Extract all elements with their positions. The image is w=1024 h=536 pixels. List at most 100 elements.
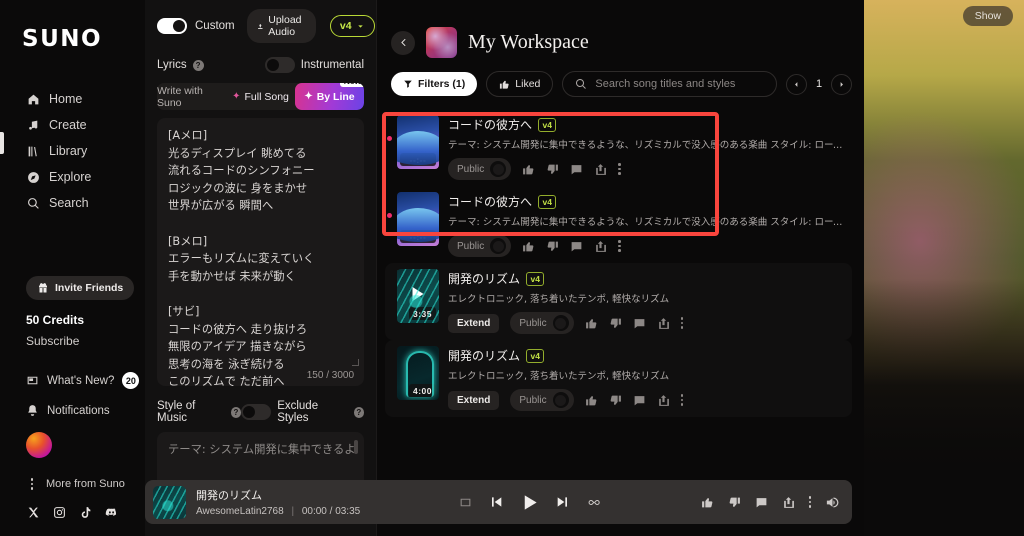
help-icon[interactable]: ? xyxy=(353,406,364,418)
whats-new-item[interactable]: What's New? 20 xyxy=(0,348,145,389)
thumbs-down-icon[interactable] xyxy=(546,240,559,253)
share-icon[interactable] xyxy=(657,394,670,407)
gift-icon xyxy=(39,283,47,293)
public-label: Public xyxy=(457,163,485,175)
previous-track-icon[interactable] xyxy=(488,494,504,510)
public-toggle[interactable]: Public xyxy=(510,389,574,411)
chevron-left-icon xyxy=(795,81,798,87)
tab-by-line[interactable]: ✦ By Line xyxy=(295,83,364,110)
share-icon[interactable] xyxy=(594,163,607,176)
extend-button[interactable]: Extend xyxy=(448,390,500,410)
song-thumbnail[interactable]: 3:35 xyxy=(397,269,439,323)
volume-icon[interactable] xyxy=(825,495,840,510)
instrumental-label: Instrumental xyxy=(300,59,364,71)
thumbs-up-icon[interactable] xyxy=(522,163,535,176)
more-options-icon[interactable] xyxy=(618,240,621,252)
instagram-icon[interactable] xyxy=(53,506,66,524)
version-badge: v4 xyxy=(538,117,557,132)
notifications-item[interactable]: Notifications xyxy=(0,389,145,417)
back-button[interactable] xyxy=(391,30,415,55)
upload-audio-button[interactable]: Upload Audio xyxy=(246,9,316,43)
song-thumbnail[interactable]: --:-- xyxy=(397,192,439,246)
thumbs-down-icon[interactable] xyxy=(609,394,622,407)
show-button[interactable]: Show xyxy=(962,6,1013,26)
queue-icon[interactable] xyxy=(459,496,472,509)
sidebar-item-create[interactable]: Create xyxy=(0,112,145,138)
prev-page-button[interactable] xyxy=(786,73,807,95)
sidebar-item-search[interactable]: Search xyxy=(0,190,145,216)
style-scrollbar[interactable] xyxy=(354,440,358,454)
tab-full-song[interactable]: ✦ Full Song xyxy=(226,83,295,110)
comment-icon[interactable] xyxy=(633,394,646,407)
instrumental-toggle[interactable] xyxy=(264,57,295,73)
player-cover-art[interactable] xyxy=(153,485,186,519)
next-page-button[interactable] xyxy=(831,73,852,95)
sidebar-item-library[interactable]: Library xyxy=(0,138,145,164)
sidebar-collapse-handle[interactable] xyxy=(0,132,4,154)
x-icon[interactable] xyxy=(27,506,40,524)
lyrics-line: 無限のアイデア 描きながら xyxy=(168,340,307,354)
more-options-icon[interactable] xyxy=(618,163,621,175)
share-icon[interactable] xyxy=(657,317,670,330)
public-toggle[interactable]: Public xyxy=(448,235,512,257)
comment-icon[interactable] xyxy=(755,496,768,509)
song-thumbnail[interactable]: 4:00 xyxy=(397,346,439,400)
lyrics-textarea[interactable]: [Aメロ] 光るディスプレイ 眺めてる 流れるコードのシンフォニー ロジックの波… xyxy=(157,118,364,386)
public-toggle[interactable]: Public xyxy=(448,158,512,180)
comment-icon[interactable] xyxy=(570,163,583,176)
public-toggle[interactable]: Public xyxy=(510,312,574,334)
help-icon[interactable]: ? xyxy=(192,59,204,71)
song-description: エレクトロニック, 落ち着いたテンポ, 軽快なリズム xyxy=(448,371,670,382)
thumbs-up-icon[interactable] xyxy=(701,496,714,509)
song-thumbnail[interactable]: --:-- xyxy=(397,115,439,169)
table-row[interactable]: --:-- コードの彼方へ v4 テーマ: システム開発に集中できるような、リズ… xyxy=(385,186,852,263)
invite-friends-button[interactable]: Invite Friends xyxy=(26,276,135,300)
share-icon[interactable] xyxy=(594,240,607,253)
table-row[interactable]: --:-- コードの彼方へ v4 テーマ: システム開発に集中できるような、リズ… xyxy=(385,109,852,186)
suno-app: SUNO Home Create Library Explore Search xyxy=(0,0,1024,536)
share-icon[interactable] xyxy=(782,496,795,509)
resize-handle[interactable] xyxy=(352,359,359,366)
filters-label: Filters (1) xyxy=(418,78,466,90)
tab-write-with-suno[interactable]: Write with Suno xyxy=(157,83,226,110)
more-from-suno-item[interactable]: More from Suno xyxy=(0,458,145,490)
model-version-dropdown[interactable]: v4 xyxy=(329,15,375,37)
avatar[interactable] xyxy=(26,432,52,458)
social-links xyxy=(0,490,145,524)
more-options-icon[interactable] xyxy=(808,496,811,508)
chevron-down-icon xyxy=(357,24,363,28)
thumbs-down-icon[interactable] xyxy=(609,317,622,330)
dots-vertical-icon xyxy=(26,478,38,490)
sidebar-item-explore[interactable]: Explore xyxy=(0,164,145,190)
thumbs-up-icon[interactable] xyxy=(585,317,598,330)
exclude-styles-toggle[interactable] xyxy=(241,404,272,420)
more-options-icon[interactable] xyxy=(680,394,684,406)
loop-infinity-icon[interactable] xyxy=(587,495,602,510)
tiktok-icon[interactable] xyxy=(79,506,92,524)
play-icon[interactable] xyxy=(520,493,539,512)
custom-toggle[interactable] xyxy=(157,18,187,34)
suno-logo[interactable]: SUNO xyxy=(0,0,145,52)
table-row[interactable]: 4:00 開発のリズム v4 エレクトロニック, 落ち着いたテンポ, 軽快なリズ… xyxy=(385,340,852,417)
thumbs-up-icon[interactable] xyxy=(585,394,598,407)
subscribe-link[interactable]: Subscribe xyxy=(0,327,145,348)
thumbs-down-icon[interactable] xyxy=(728,496,741,509)
sidebar-item-home[interactable]: Home xyxy=(0,86,145,112)
discord-icon[interactable] xyxy=(105,506,118,524)
comment-icon[interactable] xyxy=(633,317,646,330)
search-input[interactable]: Search song titles and styles xyxy=(562,71,777,97)
filters-button[interactable]: Filters (1) xyxy=(391,72,478,96)
liked-label: Liked xyxy=(515,78,541,90)
table-row[interactable]: 3:35 開発のリズム v4 エレクトロニック, 落ち着いたテンポ, 軽快なリズ… xyxy=(385,263,852,340)
help-icon[interactable]: ? xyxy=(230,406,242,418)
bell-icon xyxy=(28,405,37,416)
extend-button[interactable]: Extend xyxy=(448,313,500,333)
lyrics-counter: 150 / 3000 xyxy=(306,370,354,381)
more-options-icon[interactable] xyxy=(680,317,684,329)
play-icon[interactable] xyxy=(412,286,424,301)
thumbs-down-icon[interactable] xyxy=(546,163,559,176)
comment-icon[interactable] xyxy=(570,240,583,253)
liked-button[interactable]: Liked xyxy=(486,71,554,97)
thumbs-up-icon[interactable] xyxy=(522,240,535,253)
next-track-icon[interactable] xyxy=(555,494,571,510)
